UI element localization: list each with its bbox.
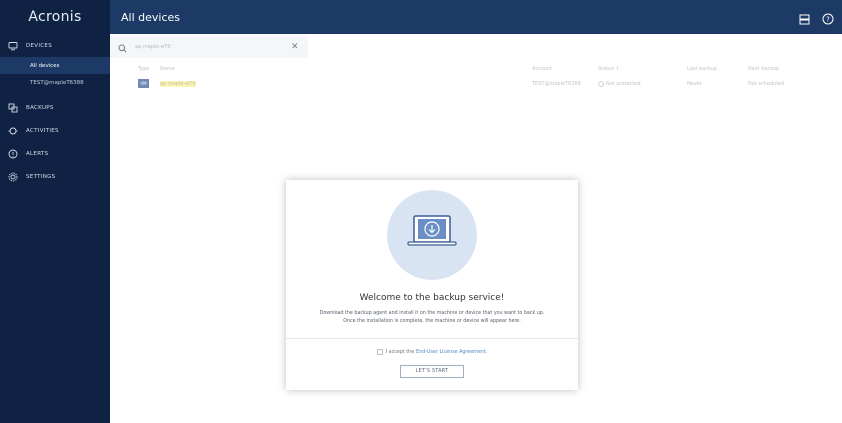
sidebar-item-label: SETTINGS: [26, 173, 56, 180]
lets-start-button[interactable]: LET'S START: [400, 365, 464, 378]
eula-text: I accept the: [385, 349, 415, 355]
sidebar-item-label: BACKUPS: [26, 104, 54, 111]
eula-checkbox[interactable]: [376, 349, 383, 355]
sidebar-subitem-test-account[interactable]: TEST@mapleT6388: [0, 74, 110, 91]
sidebar-item-label: DEVICES: [26, 42, 53, 49]
welcome-dialog: Welcome to the backup service! Download …: [286, 180, 578, 390]
top-icons: ?: [799, 10, 834, 29]
dialog-body-line-1: Download the backup agent and install it…: [319, 311, 545, 316]
sidebar: Acronis DEVICES All devices TEST@mapleT6…: [0, 0, 110, 423]
activities-icon: [7, 125, 18, 136]
sidebar-item-alerts[interactable]: ALERTS: [0, 142, 110, 165]
dialog-body-line-2: Once the installation is complete, the m…: [343, 319, 521, 324]
eula-link[interactable]: End-User License Agreement.: [416, 350, 487, 355]
acronis-logo: Acronis: [28, 9, 82, 25]
sidebar-item-label: ACTIVITIES: [26, 127, 59, 134]
dialog-body: Download the backup agent and install it…: [286, 310, 578, 326]
page-title: All devices: [121, 10, 180, 24]
illustration-circle: [387, 190, 477, 280]
monitor-icon: [7, 40, 18, 51]
eula-row: I accept the End-User License Agreement.: [286, 349, 578, 355]
sidebar-subitem-all-devices[interactable]: All devices: [0, 57, 110, 74]
laptop-download-icon: [407, 215, 457, 246]
top-bar: All devices ?: [110, 0, 842, 34]
help-icon[interactable]: ?: [822, 10, 834, 29]
sidebar-item-label: ALERTS: [26, 150, 49, 157]
backup-icon: [7, 102, 18, 113]
dialog-title: Welcome to the backup service!: [359, 293, 505, 303]
gear-icon: [7, 171, 18, 182]
sidebar-item-backups[interactable]: BACKUPS: [0, 96, 110, 119]
sidebar-item-activities[interactable]: ACTIVITIES: [0, 119, 110, 142]
sidebar-item-devices[interactable]: DEVICES: [0, 34, 110, 57]
sidebar-item-settings[interactable]: SETTINGS: [0, 165, 110, 188]
alert-icon: [7, 148, 18, 159]
app-root: Acronis DEVICES All devices TEST@mapleT6…: [0, 0, 842, 423]
grid-icon[interactable]: [799, 10, 810, 29]
svg-text:?: ?: [826, 16, 830, 24]
dialog-divider: [286, 338, 578, 339]
